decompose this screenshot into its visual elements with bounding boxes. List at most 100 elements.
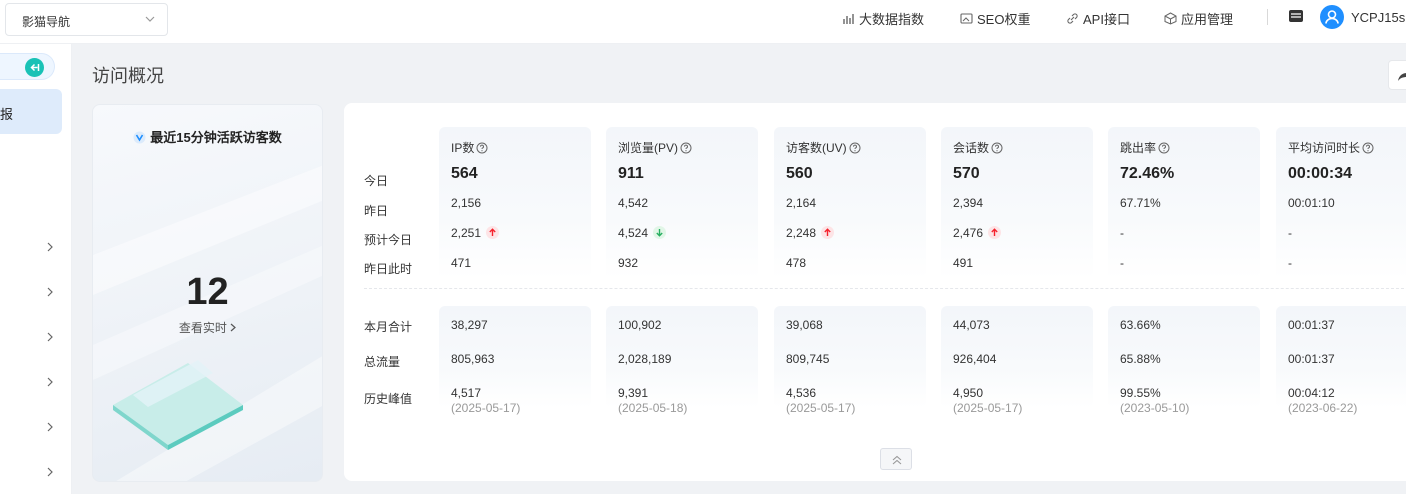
metric-today: 72.46% (1120, 165, 1175, 182)
nav-label: 应用管理 (1181, 11, 1234, 27)
metric-peak-date: (2025-05-17) (451, 401, 521, 415)
live-visitors-card: 最近15分钟活跃访客数 12 查看实时 (92, 104, 323, 482)
help-icon[interactable] (1362, 142, 1374, 154)
metric-total: 805,963 (451, 352, 495, 366)
metric-header: 会话数 (953, 139, 1003, 156)
visitor-pulse-icon (133, 131, 146, 144)
sidebar: 报 (0, 44, 72, 494)
collapse-up-button[interactable] (880, 448, 912, 470)
metric-header: 访客数(UV) (786, 139, 861, 156)
row-label-yesterday: 昨日 (364, 204, 389, 218)
metric-header: 浏览量(PV) (618, 139, 692, 156)
metric-forecast-value: 4,524 (618, 226, 649, 240)
message-icon[interactable] (1288, 8, 1304, 24)
metric-same-time: 471 (451, 256, 472, 270)
metric-forecast: - (1288, 226, 1292, 240)
metric-forecast-value: 2,476 (953, 226, 984, 240)
nav-app-management[interactable]: 应用管理 (1164, 9, 1233, 27)
help-icon[interactable] (849, 142, 861, 154)
metric-today: 560 (786, 165, 813, 182)
metric-forecast-value: - (1288, 226, 1292, 240)
metric-header-label: 平均访问时长 (1288, 141, 1361, 155)
nav-label: API接口 (1083, 11, 1130, 27)
metric-month: 63.66% (1120, 318, 1161, 332)
chevron-right-icon[interactable] (46, 422, 54, 432)
help-icon[interactable] (991, 142, 1003, 154)
chevron-right-icon[interactable] (46, 332, 54, 342)
help-icon[interactable] (680, 142, 692, 154)
live-card-title-text: 最近15分钟活跃访客数 (150, 130, 282, 145)
metric-month: 39,068 (786, 318, 823, 332)
row-label-today: 今日 (364, 174, 389, 188)
metric-peak: 00:04:12 (1288, 386, 1335, 400)
metric-forecast: 4,524 (618, 226, 667, 240)
cube-icon (1164, 11, 1177, 25)
metric-peak-date: (2023-06-22) (1288, 401, 1358, 415)
metric-total: 926,404 (953, 352, 997, 366)
metric-forecast: - (1120, 226, 1124, 240)
metric-month: 44,073 (953, 318, 990, 332)
nav-label: 大数据指数 (859, 11, 925, 27)
metric-yesterday: 2,156 (451, 196, 482, 210)
chevron-right-icon[interactable] (46, 242, 54, 252)
double-chevron-up-icon (892, 455, 902, 465)
username[interactable]: YCPJ15s (1351, 10, 1405, 25)
row-label-total: 总流量 (364, 355, 401, 369)
metric-forecast: 2,251 (451, 226, 500, 240)
metric-peak: 4,950 (953, 386, 984, 400)
metric-peak-date: (2025-05-17) (953, 401, 1023, 415)
share-button[interactable] (1388, 60, 1406, 90)
metric-yesterday: 67.71% (1120, 196, 1161, 210)
chevron-right-icon[interactable] (46, 377, 54, 387)
share-icon (1398, 73, 1406, 81)
metric-peak: 9,391 (618, 386, 649, 400)
metric-total: 2,028,189 (618, 352, 672, 366)
nav-api[interactable]: API接口 (1066, 9, 1130, 27)
chevron-down-icon (145, 16, 155, 22)
chevron-right-icon[interactable] (46, 287, 54, 297)
view-realtime-link[interactable]: 查看实时 (93, 319, 322, 336)
nav-label: SEO权重 (977, 11, 1031, 27)
metric-header: 跳出率 (1120, 139, 1170, 156)
metric-forecast: 2,476 (953, 226, 1002, 240)
trend-up-icon (486, 226, 500, 239)
metric-peak-date: (2023-05-10) (1120, 401, 1190, 415)
metric-yesterday: 4,542 (618, 196, 649, 210)
metric-header: 平均访问时长 (1288, 139, 1374, 156)
chevron-right-icon (230, 323, 237, 332)
collapse-sidebar[interactable] (0, 53, 55, 80)
metric-same-time: 478 (786, 256, 807, 270)
metric-yesterday: 2,394 (953, 196, 984, 210)
help-icon[interactable] (1158, 142, 1170, 154)
metric-forecast: 2,248 (786, 226, 835, 240)
metric-same-time: 491 (953, 256, 974, 270)
trend-down-icon (653, 226, 667, 239)
divider (364, 288, 1406, 289)
metric-header-label: 浏览量(PV) (618, 141, 679, 155)
site-selector[interactable]: 影猫导航 (5, 3, 168, 36)
avatar[interactable] (1320, 5, 1344, 29)
metric-today: 00:00:34 (1288, 165, 1353, 182)
trend-up-icon (988, 226, 1002, 239)
row-label-same-time: 昨日此时 (364, 262, 413, 276)
help-icon[interactable] (476, 142, 488, 154)
metric-peak-date: (2025-05-17) (786, 401, 856, 415)
site-selector-value: 影猫导航 (22, 15, 71, 29)
metric-month: 100,902 (618, 318, 662, 332)
user-icon (1325, 10, 1339, 24)
live-visitor-count: 12 (186, 271, 229, 313)
metric-month: 00:01:37 (1288, 318, 1335, 332)
metric-yesterday: 2,164 (786, 196, 817, 210)
sidebar-item-active[interactable]: 报 (0, 89, 62, 134)
nav-bigdata-index[interactable]: 大数据指数 (842, 9, 924, 27)
metric-month: 38,297 (451, 318, 488, 332)
metric-header: IP数 (451, 139, 488, 156)
page-title: 访问概况 (92, 66, 164, 86)
chevron-right-icon[interactable] (46, 467, 54, 477)
metric-same-time: - (1288, 256, 1292, 270)
metric-header-label: 会话数 (953, 141, 990, 155)
nav-seo-weight[interactable]: SEO权重 (960, 9, 1030, 27)
stats-panel: 今日 昨日 预计今日 昨日此时 本月合计 总流量 历史峰值 IP数 564 2,15… (344, 103, 1406, 481)
collapse-icon (25, 58, 44, 77)
metric-header-label: IP数 (451, 141, 475, 155)
